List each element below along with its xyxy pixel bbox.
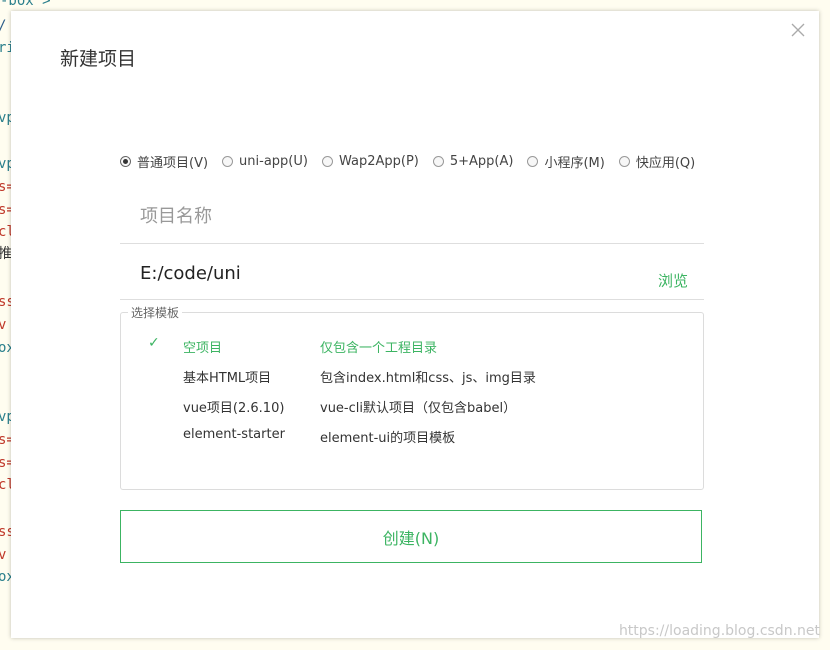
template-item-empty[interactable]: ✓ 空项目 仅包含一个工程目录 <box>121 333 703 359</box>
code-fragment: v <box>0 317 7 333</box>
template-name: element-starter <box>183 427 285 442</box>
project-type-group: 普通项目(V) uni-app(U) Wap2App(P) 5+App(A) 小… <box>120 152 695 171</box>
project-type-mini-program[interactable]: 小程序(M) <box>527 152 605 171</box>
template-name: vue项目(2.6.10) <box>183 401 285 416</box>
project-type-label: uni-app(U) <box>239 154 308 169</box>
project-path-field: 浏览 <box>120 248 704 300</box>
template-description: vue-cli默认项目（仅包含babel） <box>320 401 517 416</box>
project-type-wap2app[interactable]: Wap2App(P) <box>321 154 419 169</box>
project-type-label: 5+App(A) <box>449 154 514 169</box>
project-type-quick-app[interactable]: 快应用(Q) <box>618 152 696 171</box>
template-legend: 选择模板 <box>128 304 183 321</box>
template-description: element-ui的项目模板 <box>320 431 456 446</box>
browse-button[interactable]: 浏览 <box>658 270 688 291</box>
dialog-title: 新建项目 <box>60 48 137 70</box>
code-fragment: v <box>0 547 7 563</box>
template-description: 仅包含一个工程目录 <box>320 341 438 356</box>
template-item-basic-html[interactable]: 基本HTML项目 包含index.html和css、js、img目录 <box>121 363 703 389</box>
project-type-5plus-app[interactable]: 5+App(A) <box>432 154 514 169</box>
project-type-label: Wap2App(P) <box>338 154 419 169</box>
radio-button[interactable] <box>432 156 444 167</box>
radio-button[interactable] <box>321 156 333 167</box>
project-type-normal[interactable]: 普通项目(V) <box>120 152 208 171</box>
radio-button[interactable] <box>222 156 234 167</box>
code-fragment: / <box>0 18 6 34</box>
template-name: 基本HTML项目 <box>183 371 272 386</box>
project-path-input[interactable] <box>140 260 640 286</box>
project-type-uni-app[interactable]: uni-app(U) <box>222 154 308 169</box>
project-name-input[interactable] <box>140 203 640 229</box>
project-type-label: 快应用(Q) <box>635 156 696 171</box>
new-project-dialog: 新建项目 普通项目(V) uni-app(U) Wap2App(P) 5+App… <box>11 11 819 638</box>
create-button[interactable]: 创建(N) <box>120 510 702 563</box>
radio-button[interactable] <box>618 156 630 167</box>
template-item-element-starter[interactable]: element-starter element-ui的项目模板 <box>121 423 703 449</box>
project-name-field <box>120 191 704 244</box>
checkmark-icon: ✓ <box>148 335 160 351</box>
project-type-label: 普通项目(V) <box>137 156 209 171</box>
radio-button[interactable] <box>120 156 131 167</box>
watermark: https://loading.blog.csdn.net <box>618 623 820 639</box>
radio-button[interactable] <box>527 156 539 167</box>
template-description: 包含index.html和css、js、img目录 <box>320 371 536 386</box>
close-button[interactable] <box>789 21 807 39</box>
template-item-vue[interactable]: vue项目(2.6.10) vue-cli默认项目（仅包含babel） <box>121 393 703 419</box>
project-type-label: 小程序(M) <box>544 156 605 171</box>
close-icon <box>791 23 805 37</box>
template-selector: 选择模板 ✓ 空项目 仅包含一个工程目录 基本HTML项目 包含index.ht… <box>120 304 704 490</box>
template-name: 空项目 <box>183 341 223 356</box>
